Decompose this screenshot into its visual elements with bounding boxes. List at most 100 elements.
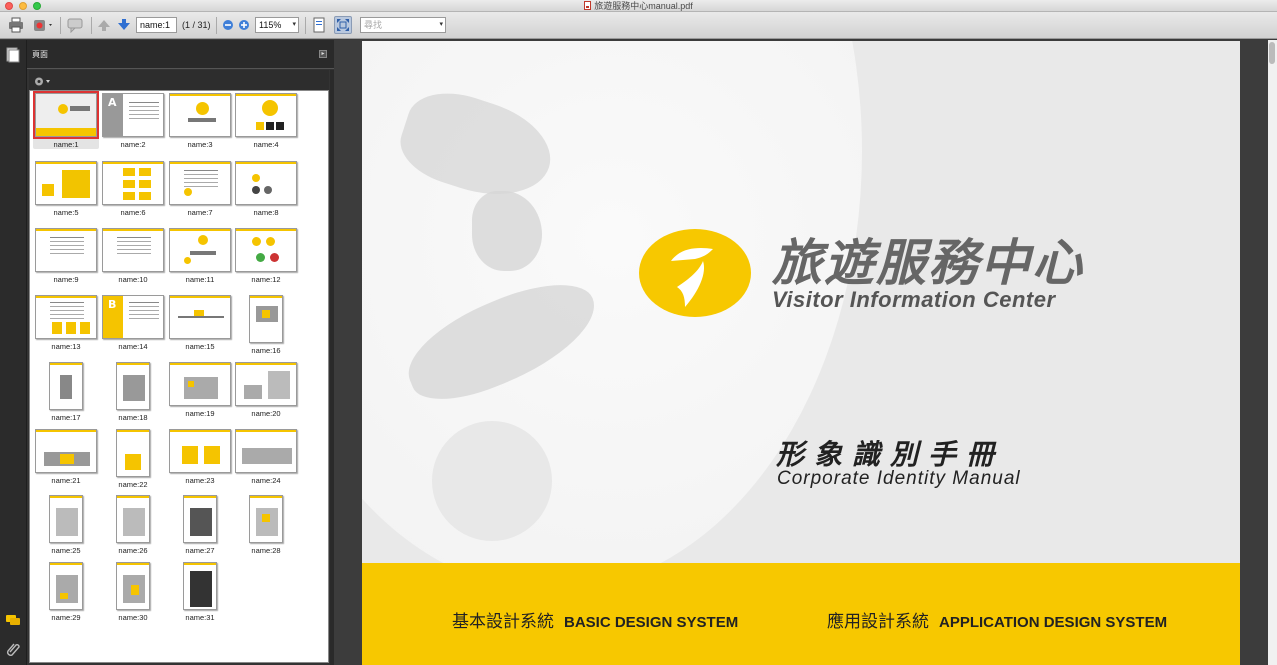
thumb-yellow-band (36, 128, 96, 136)
thumbnail-image (169, 429, 231, 473)
thumbnail-image (116, 362, 150, 410)
search-field[interactable]: 尋找 ▾ (360, 17, 446, 33)
thumbnail-page-18[interactable]: name:18 (100, 362, 166, 422)
comments-panel-button[interactable] (5, 613, 21, 632)
thumbnail-label: name:25 (51, 546, 81, 555)
thumbnail-page-1[interactable]: name:1 (33, 91, 99, 149)
logo-mark (196, 102, 209, 115)
zoom-out-button[interactable] (222, 16, 234, 34)
sidebar-tools (29, 70, 329, 90)
thumbnail-page-5[interactable]: name:5 (33, 161, 99, 217)
printer-icon (9, 17, 23, 33)
thumbnail-page-23[interactable]: name:23 (167, 429, 233, 485)
window-title: 旅遊服務中心manual.pdf (0, 0, 1277, 12)
thumbnail-image (116, 562, 150, 610)
thumb-header (236, 430, 296, 432)
pages-panel-button[interactable] (6, 47, 20, 67)
sidebar: 頁面 ▸ name:1 A name:2 name:3 name:4 name:… (0, 40, 334, 665)
scrollbar-thumb[interactable] (1269, 42, 1275, 64)
thumbnail-label: name:29 (51, 613, 81, 622)
thumbnail-page-26[interactable]: name:26 (100, 495, 166, 555)
logo-mark (58, 104, 68, 114)
thumbnail-page-9[interactable]: name:9 (33, 228, 99, 284)
thumbnail-image (235, 161, 297, 205)
thumbnail-page-10[interactable]: name:10 (100, 228, 166, 284)
thumbnail-page-6[interactable]: name:6 (100, 161, 166, 217)
thumbnail-page-20[interactable]: name:20 (233, 362, 299, 418)
thumbnail-page-24[interactable]: name:24 (233, 429, 299, 485)
thumbnail-page-19[interactable]: name:19 (167, 362, 233, 418)
thumb-block (60, 593, 68, 599)
toolbar-separator (91, 17, 92, 34)
thumb-header (236, 94, 296, 96)
thumbnail-page-14[interactable]: B name:14 (100, 295, 166, 351)
thumb-drawing (178, 316, 224, 318)
thumb-header (50, 563, 82, 565)
thumbnail-label: name:22 (118, 480, 148, 489)
page-number-input[interactable]: name:1 (136, 17, 177, 33)
print-button[interactable] (7, 16, 25, 34)
thumb-header (170, 162, 230, 164)
share-dropdown-icon (34, 20, 52, 31)
thumbnail-image (235, 93, 297, 137)
thumbnail-image (169, 161, 231, 205)
thumb-block (66, 322, 76, 334)
thumbnail-page-3[interactable]: name:3 (167, 93, 233, 149)
thumb-header (117, 430, 149, 432)
thumbnail-page-17[interactable]: name:17 (33, 362, 99, 422)
thumbnail-page-27[interactable]: name:27 (167, 495, 233, 555)
thumb-block (139, 180, 151, 188)
thumbnail-page-8[interactable]: name:8 (233, 161, 299, 217)
logo-mark (266, 237, 275, 246)
thumbnail-label: name:5 (53, 208, 79, 217)
logo-mark (184, 188, 192, 196)
thumb-header (117, 496, 149, 498)
section-band: 基本設計系統 BASIC DESIGN SYSTEM 應用設計系統 APPLICAT… (362, 563, 1240, 665)
comment-button[interactable] (65, 16, 87, 34)
thumb-block (125, 454, 141, 470)
thumbnail-page-12[interactable]: name:12 (233, 228, 299, 284)
thumbnail-image (49, 562, 83, 610)
thumbnail-label: name:27 (185, 546, 215, 555)
document-view[interactable]: 旅遊服務中心 Visitor Information Center 形象識別手冊… (334, 40, 1277, 665)
expand-icon (337, 19, 349, 31)
thumbnail-page-2[interactable]: A name:2 (100, 93, 166, 149)
thumbnail-page-28[interactable]: name:28 (233, 495, 299, 555)
zoom-select[interactable]: 115% ▾ (255, 17, 299, 33)
thumbnail-page-22[interactable]: name:22 (100, 429, 166, 489)
zoom-in-button[interactable] (238, 16, 250, 34)
next-page-button[interactable] (117, 16, 131, 34)
thumbnail-page-16[interactable]: name:16 (233, 295, 299, 355)
thumbnail-page-30[interactable]: name:30 (100, 562, 166, 622)
thumbnail-label: name:4 (253, 140, 279, 149)
thumbnail-page-31[interactable]: name:31 (167, 562, 233, 622)
thumbnail-image (249, 295, 283, 343)
thumbnail-page-29[interactable]: name:29 (33, 562, 99, 622)
thumbnail-page-15[interactable]: name:15 (167, 295, 233, 351)
thumbnail-page-7[interactable]: name:7 (167, 161, 233, 217)
thumb-block (52, 322, 62, 334)
thumb-block (42, 184, 54, 196)
thumbnail-page-11[interactable]: name:11 (167, 228, 233, 284)
thumb-text-lines (184, 170, 218, 171)
thumbnail-page-4[interactable]: name:4 (233, 93, 299, 149)
thumb-text-lines (50, 237, 84, 238)
thumbnail-image (49, 362, 83, 410)
share-button[interactable] (31, 16, 55, 34)
thumbnail-page-25[interactable]: name:25 (33, 495, 99, 555)
thumb-block (182, 446, 198, 464)
previous-page-button[interactable] (97, 16, 111, 34)
thumb-drawing (256, 508, 278, 536)
vertical-scrollbar[interactable] (1268, 40, 1277, 665)
thumbnail-page-21[interactable]: name:21 (33, 429, 99, 485)
thumb-text-lines (50, 302, 84, 303)
logo-mark (252, 174, 260, 182)
attachments-panel-button[interactable] (6, 641, 20, 661)
full-screen-button[interactable] (334, 16, 352, 34)
manual-title-chinese: 形象識別手冊 (776, 438, 1005, 471)
thumb-block (62, 170, 90, 198)
window-title-text: 旅遊服務中心manual.pdf (594, 1, 693, 11)
fit-page-button[interactable] (311, 16, 327, 34)
thumbnail-page-13[interactable]: name:13 (33, 295, 99, 351)
collapse-sidebar-button[interactable]: ▸ (319, 50, 327, 58)
